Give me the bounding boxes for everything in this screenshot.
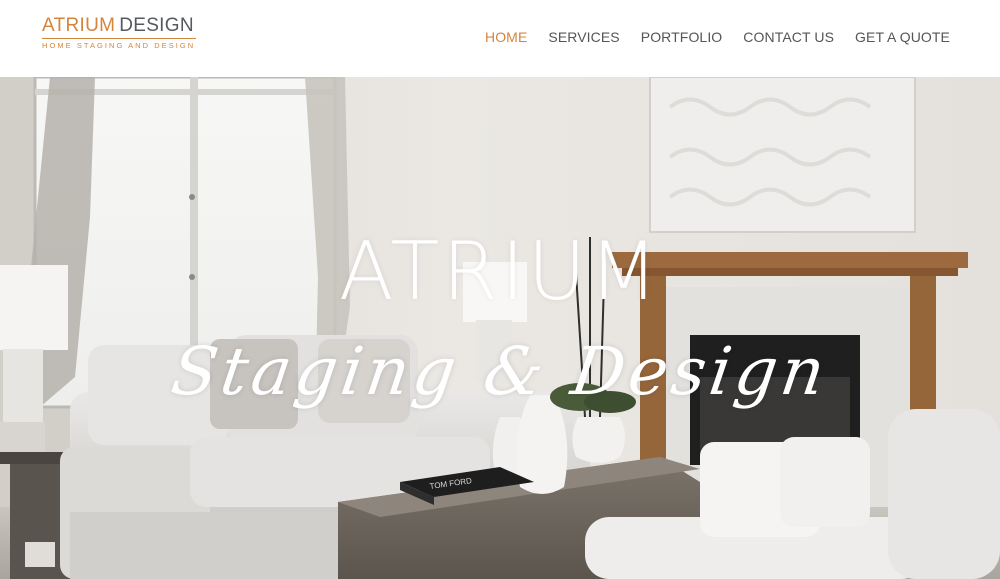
logo-primary: ATRIUM xyxy=(42,15,116,36)
site-header: ATRIUM DESIGN HOME STAGING AND DESIGN HOM… xyxy=(0,0,1000,77)
hero-banner: TOM FORD ATRIUM Staging & Design xyxy=(0,77,1000,579)
nav-portfolio[interactable]: PORTFOLIO xyxy=(641,29,723,45)
nav-get-a-quote[interactable]: GET A QUOTE xyxy=(855,29,950,45)
hero-subtitle: Staging & Design xyxy=(166,333,834,410)
logo-wordmark: ATRIUM DESIGN xyxy=(42,15,194,37)
nav-contact-us[interactable]: CONTACT US xyxy=(743,29,834,45)
logo-secondary: DESIGN xyxy=(119,15,194,36)
living-room-photo: TOM FORD xyxy=(0,77,1000,579)
hero-title: ATRIUM xyxy=(338,225,662,318)
nav-services[interactable]: SERVICES xyxy=(548,29,619,45)
logo-divider xyxy=(42,38,196,39)
logo-tagline: HOME STAGING AND DESIGN xyxy=(42,41,196,50)
nav-home[interactable]: HOME xyxy=(485,29,527,45)
main-nav: HOME SERVICES PORTFOLIO CONTACT US GET A… xyxy=(464,29,950,45)
logo[interactable]: ATRIUM DESIGN HOME STAGING AND DESIGN xyxy=(42,15,202,55)
